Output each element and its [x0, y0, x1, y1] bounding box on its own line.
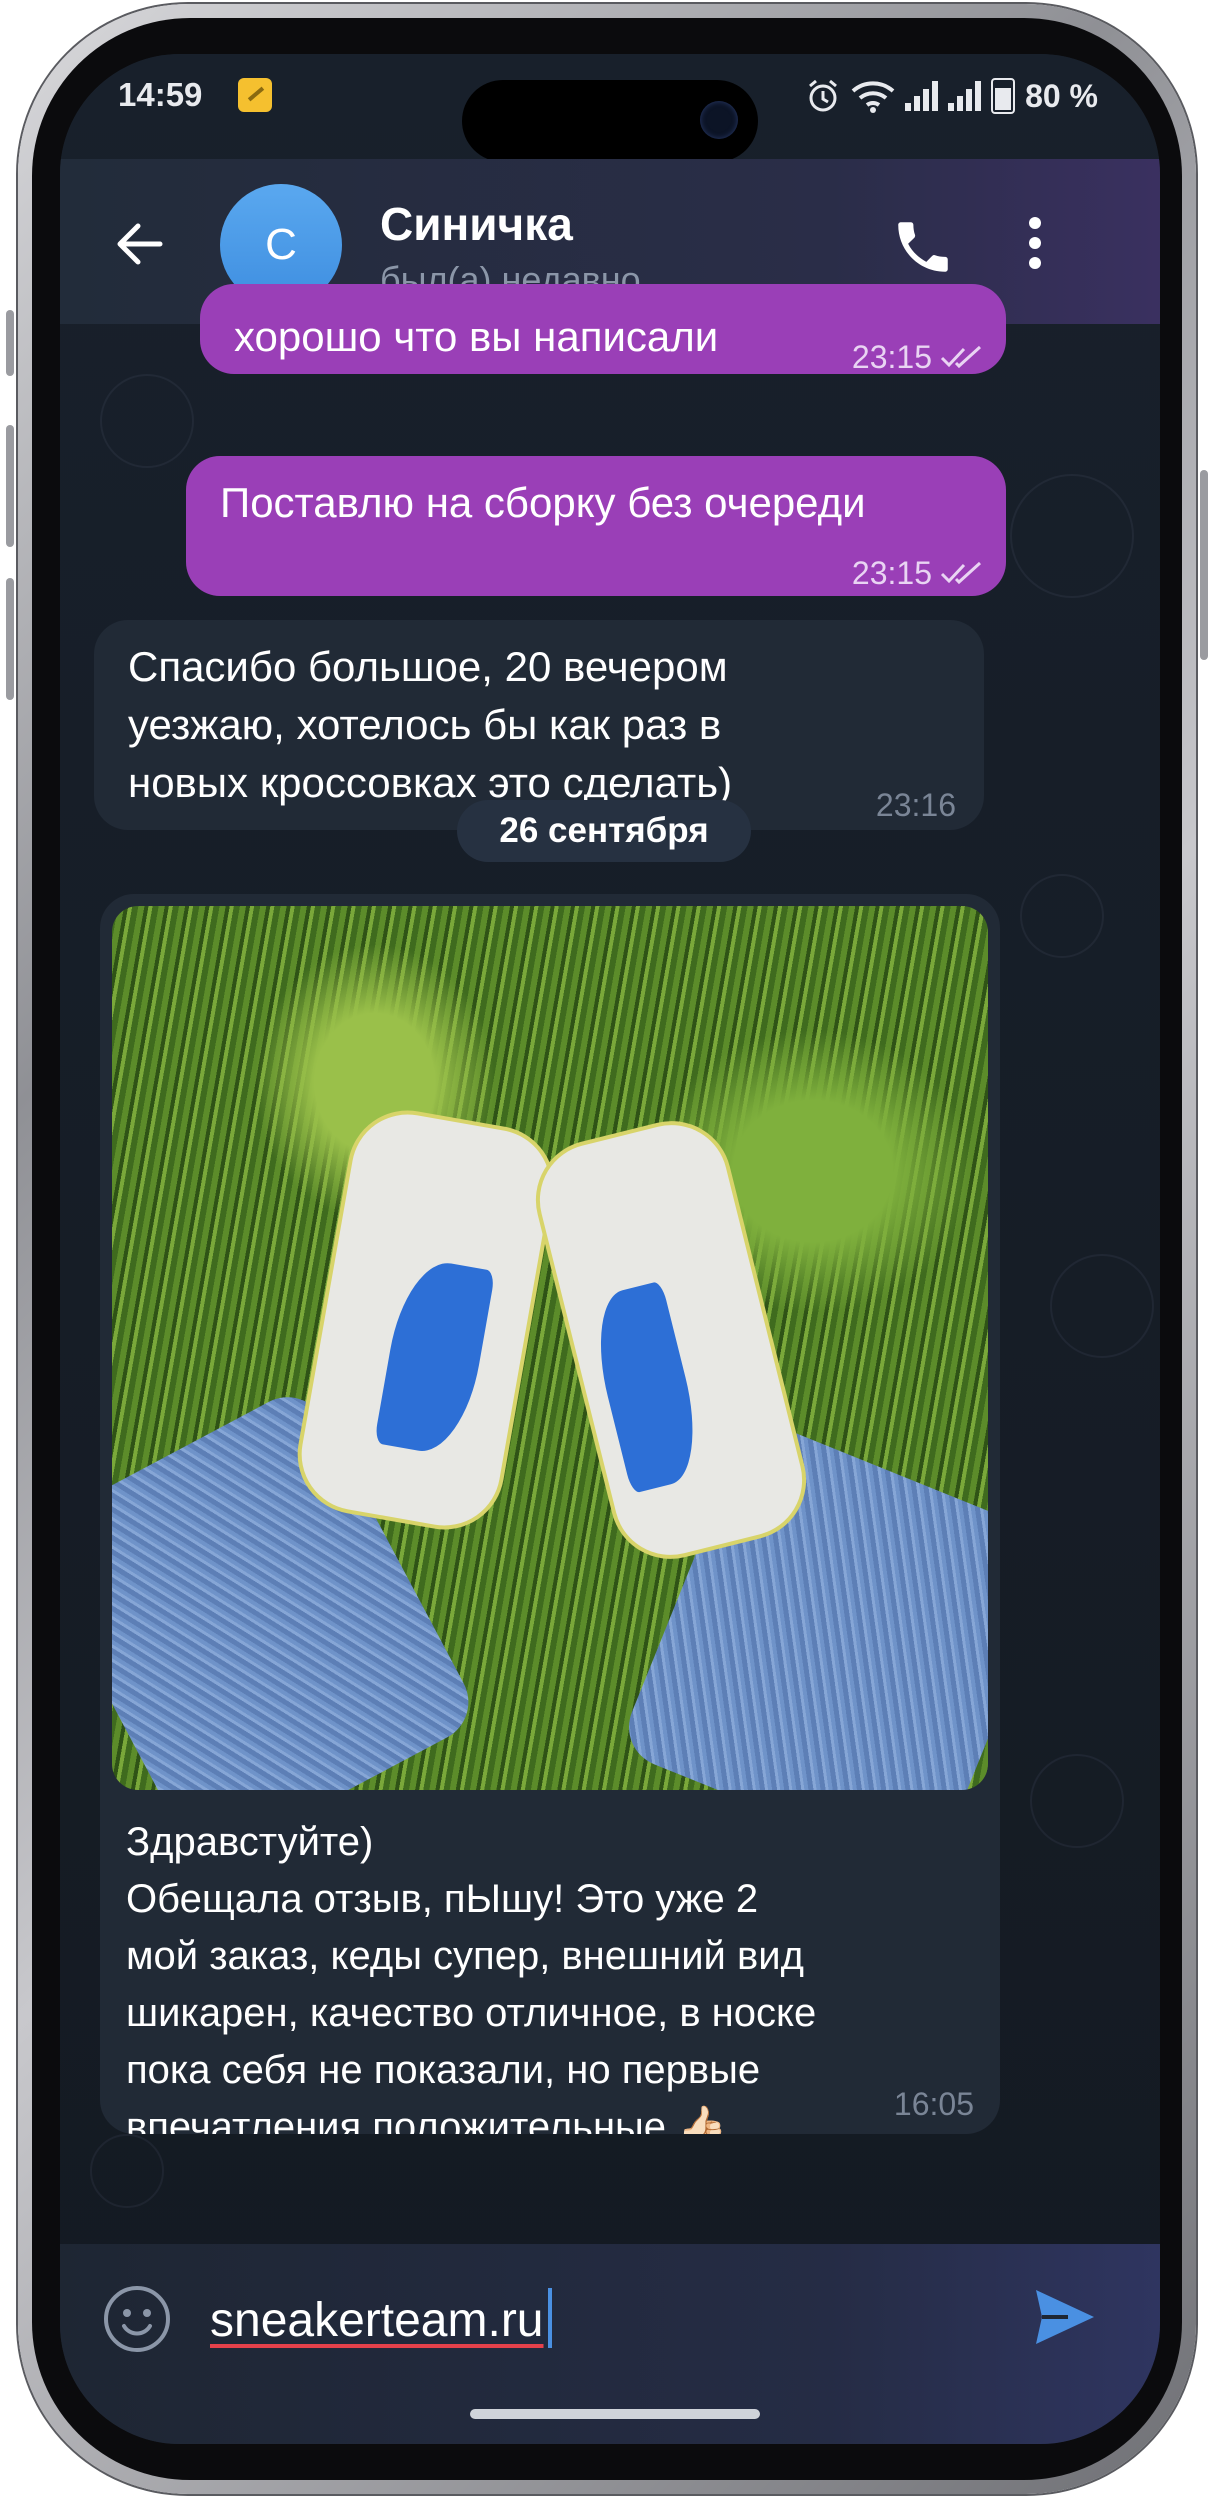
message-time: 23:16	[875, 787, 956, 823]
message-text: Поставлю на сборку без очереди	[220, 479, 866, 526]
phone-icon[interactable]	[890, 214, 956, 280]
screen: 14:59 80 % С Синичка был(а) недавно хоро…	[60, 54, 1160, 2444]
message-line: уезжаю, хотелось бы как раз в	[128, 701, 722, 748]
message-time: 23:15	[851, 555, 932, 591]
signal-icon-2	[948, 81, 982, 111]
signal-icon-1	[905, 81, 939, 111]
smile-icon[interactable]	[102, 2284, 172, 2354]
send-icon[interactable]	[1030, 2282, 1100, 2352]
message-meta: 23:16	[876, 776, 956, 834]
message-line: Спасибо большое, 20 вечером	[128, 643, 728, 690]
message-meta: 23:15	[852, 328, 984, 386]
front-camera	[700, 101, 738, 139]
message-outgoing[interactable]: Поставлю на сборку без очереди 23:15	[186, 456, 1006, 596]
dynamic-island	[462, 80, 758, 162]
message-line: пока себя не показали, но первые	[126, 2048, 761, 2092]
contact-name[interactable]: Синичка	[380, 197, 573, 251]
message-text: Спасибо большое, 20 вечером уезжаю, хоте…	[128, 638, 888, 812]
message-incoming[interactable]: Спасибо большое, 20 вечером уезжаю, хоте…	[94, 620, 984, 830]
message-meta: 16:05	[894, 2086, 974, 2123]
message-text: Здравстуйте) Обещала отзыв, пЫшу! Это уж…	[126, 1814, 986, 2134]
text-caret	[547, 2288, 552, 2348]
message-line-last: впечатления положительные 👍🏻	[126, 2099, 986, 2134]
photo-shoe-left	[288, 1101, 564, 1539]
arrow-left-icon[interactable]	[110, 214, 170, 274]
battery-icon	[991, 78, 1016, 114]
wifi-icon	[851, 81, 895, 113]
more-vertical-icon[interactable]	[1020, 209, 1050, 279]
status-time: 14:59	[118, 76, 203, 113]
message-line: шикарен, качество отличное, в носке	[126, 1991, 817, 2035]
message-line: впечатления положительные	[126, 2105, 667, 2134]
date-separator: 26 сентября	[457, 800, 751, 862]
alarm-icon	[809, 79, 838, 112]
message-input-value: sneakerteam.ru	[210, 2294, 544, 2347]
side-button-volume-up	[6, 425, 14, 547]
side-button-volume-down	[6, 578, 14, 700]
photo-shoe-right	[523, 1108, 819, 1572]
message-time: 16:05	[893, 2086, 974, 2122]
message-incoming-photo[interactable]: Здравстуйте) Обещала отзыв, пЫшу! Это уж…	[100, 894, 1000, 2134]
message-line: мой заказ, кеды супер, внешний вид	[126, 1934, 804, 1978]
message-meta: 23:15	[852, 544, 984, 602]
double-check-icon	[940, 561, 982, 585]
home-indicator[interactable]	[470, 2409, 760, 2419]
message-text: хорошо что вы написали	[234, 313, 719, 360]
message-line: Здравстуйте)	[126, 1820, 374, 1864]
side-button-power	[1200, 470, 1208, 660]
side-button-action	[6, 310, 14, 376]
thumbs-up-emoji: 👍🏻	[677, 2105, 727, 2134]
message-line: Обещала отзыв, пЫшу! Это уже 2	[126, 1877, 759, 1921]
message-input[interactable]: sneakerteam.ru	[210, 2288, 552, 2348]
double-check-icon	[940, 345, 982, 369]
message-photo[interactable]	[112, 906, 988, 1790]
battery-percent: 80 %	[1025, 77, 1098, 114]
status-icons: 80 %	[805, 74, 1098, 118]
message-outgoing[interactable]: хорошо что вы написали 23:15	[200, 284, 1006, 375]
message-list[interactable]: хорошо что вы написали 23:15 Поставлю на…	[60, 284, 1160, 2134]
notes-app-icon	[238, 78, 272, 112]
message-time: 23:15	[851, 339, 932, 375]
